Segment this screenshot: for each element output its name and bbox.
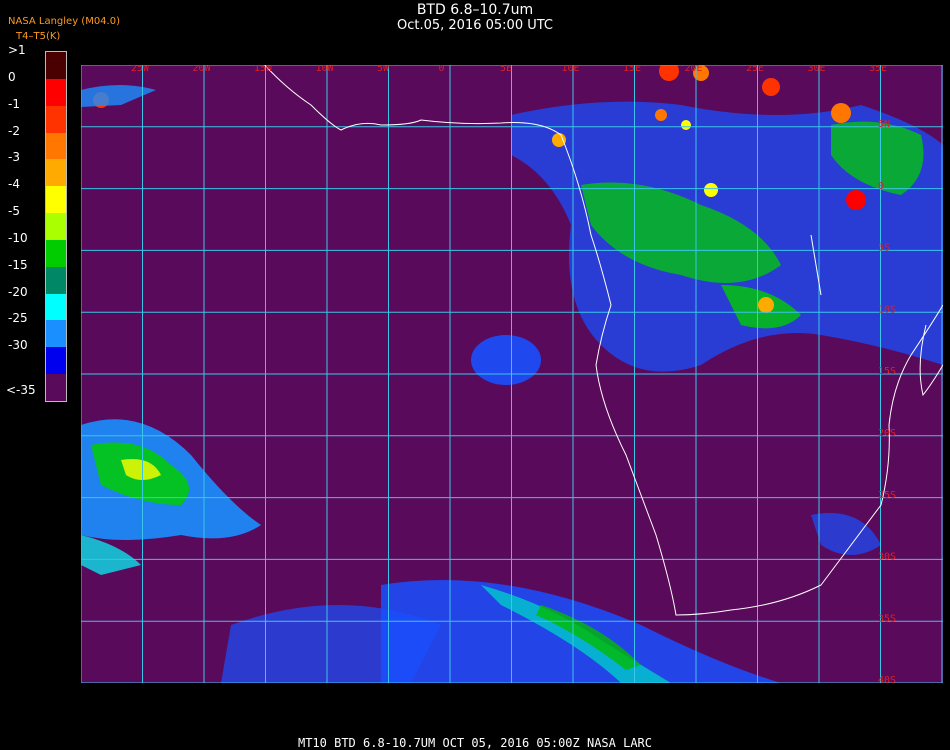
longitude-label: 25E [746, 65, 764, 74]
legend-label: -10 [8, 230, 28, 245]
latitude-label: 20S [878, 428, 896, 439]
legend-swatch [46, 132, 66, 160]
legend-label: >1 [8, 43, 26, 57]
legend-swatch [46, 293, 66, 321]
legend-swatch [46, 78, 66, 106]
credit-label: NASA Langley (M04.0) [8, 16, 120, 27]
map-timestamp: Oct.05, 2016 05:00 UTC [397, 18, 553, 33]
longitude-label: 20W [193, 65, 212, 74]
legend-swatch [46, 159, 66, 187]
legend-label: -2 [8, 123, 20, 138]
legend-label: -1 [8, 96, 20, 111]
legend-label: <-35 [6, 383, 36, 398]
legend-label: 0 [8, 69, 16, 84]
longitude-label: 0 [439, 65, 445, 74]
longitude-label: 15W [254, 65, 273, 74]
legend-label: -3 [8, 150, 20, 165]
legend-swatch [46, 213, 66, 240]
legend-swatch [46, 347, 66, 375]
longitude-label: 20E [685, 65, 703, 74]
legend-label: -4 [8, 177, 20, 192]
legend-swatch [46, 52, 66, 79]
footer-caption: MT10 BTD 6.8-10.7UM OCT 05, 2016 05:00Z … [297, 736, 652, 750]
latitude-label: 5N [878, 119, 890, 130]
longitude-label: 5E [500, 65, 512, 74]
legend-swatch [46, 186, 66, 214]
longitude-label: 10E [562, 65, 580, 74]
legend-swatch [46, 239, 66, 267]
legend-swatch [46, 105, 66, 133]
latitude-label: 35S [878, 613, 896, 624]
color-legend [45, 51, 67, 402]
legend-label: -25 [8, 311, 28, 326]
longitude-label: 30E [808, 65, 826, 74]
latitude-label: 30S [878, 552, 896, 563]
legend-label: -30 [8, 338, 28, 353]
legend-label: -5 [8, 204, 20, 219]
longitude-label: 15E [623, 65, 641, 74]
legend-label: -15 [8, 257, 28, 272]
longitude-labels: 25W 20W 15W 10W 5W 0 5E 10E 15E 20E 25E 30E 35E [131, 65, 887, 74]
legend-label: -20 [8, 284, 28, 299]
latitude-label: 0 [878, 181, 884, 192]
latitude-label: 15S [878, 366, 896, 377]
legend-swatch [46, 374, 66, 401]
map-title: BTD 6.8–10.7um [416, 2, 534, 18]
longitude-label: 35E [869, 65, 887, 74]
legend-units: T4–T5(K) [16, 31, 61, 42]
latitude-label: 5S [878, 243, 890, 254]
legend-swatch [46, 266, 66, 294]
longitude-label: 5W [377, 65, 390, 74]
legend-swatch [46, 320, 66, 348]
longitude-label: 10W [316, 65, 335, 74]
latitude-label: 25S [878, 490, 896, 501]
longitude-label: 25W [131, 65, 150, 74]
satellite-map: 25W 20W 15W 10W 5W 0 5E 10E 15E 20E 25E 30E 35E 5N 0 5… [81, 65, 943, 683]
latitude-label: 10S [878, 304, 896, 315]
latitude-label: 40S [878, 675, 896, 683]
